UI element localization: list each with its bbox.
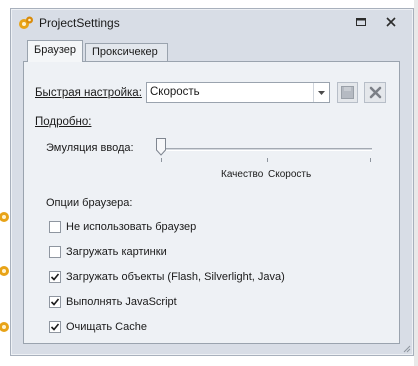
slider-tick	[161, 158, 162, 162]
background-right-edge	[414, 0, 418, 366]
quick-setting-label: Быстрая настройка:	[35, 87, 142, 99]
close-icon	[386, 17, 396, 27]
resize-grip-icon[interactable]	[401, 343, 411, 353]
checkbox[interactable]	[49, 271, 61, 283]
window-title: ProjectSettings	[39, 16, 120, 30]
checkmark-icon	[50, 298, 60, 306]
tab-browser[interactable]: Браузер	[27, 40, 83, 62]
option-label: Выполнять JavaScript	[66, 296, 177, 308]
quick-setting-value: Скорость	[150, 86, 200, 98]
project-settings-icon	[19, 16, 33, 29]
option-clear-cache[interactable]: Очищать Cache	[49, 319, 147, 335]
option-label: Очищать Cache	[66, 321, 147, 333]
browser-options-label: Опции браузера:	[46, 197, 133, 209]
checkbox[interactable]	[49, 246, 61, 258]
restore-button[interactable]	[353, 15, 369, 29]
detail-label: Подробно:	[35, 116, 92, 128]
titlebar[interactable]: ProjectSettings	[11, 9, 413, 36]
input-emulation-slider[interactable]	[160, 148, 372, 151]
option-label: Не использовать браузер	[66, 221, 197, 233]
slider-label-speed: Скорость	[268, 169, 312, 180]
browser-settings-panel: Быстрая настройка: Скорость Подробно: Эм…	[23, 61, 400, 344]
option-no-browser[interactable]: Не использовать браузер	[49, 219, 196, 235]
delete-icon	[369, 86, 381, 99]
checkmark-icon	[50, 273, 60, 281]
close-button[interactable]	[383, 15, 399, 29]
save-preset-button[interactable]	[337, 82, 358, 103]
option-run-javascript[interactable]: Выполнять JavaScript	[49, 294, 177, 310]
slider-label-quality: Качество	[221, 169, 264, 180]
slider-tick	[370, 158, 371, 162]
checkbox[interactable]	[49, 296, 61, 308]
checkbox[interactable]	[49, 221, 61, 233]
restore-icon	[356, 18, 366, 26]
save-icon	[341, 86, 354, 99]
option-load-objects[interactable]: Загружать объекты (Flash, Silverlight, J…	[49, 269, 285, 285]
option-label: Загружать картинки	[66, 246, 167, 258]
delete-preset-button[interactable]	[364, 82, 386, 103]
option-load-images[interactable]: Загружать картинки	[49, 244, 167, 260]
tab-proxy-checker[interactable]: Проксичекер	[85, 43, 168, 61]
checkmark-icon	[50, 323, 60, 331]
input-emulation-label: Эмуляция ввода:	[46, 142, 134, 154]
checkbox[interactable]	[49, 321, 61, 333]
project-settings-window: ProjectSettings Браузер Проксичекер Быст…	[10, 8, 414, 356]
chevron-down-icon	[318, 90, 325, 95]
slider-thumb[interactable]	[156, 138, 166, 156]
slider-tick	[267, 158, 268, 162]
option-label: Загружать объекты (Flash, Silverlight, J…	[66, 271, 285, 283]
dropdown-toggle[interactable]	[313, 83, 329, 102]
quick-setting-dropdown[interactable]: Скорость	[146, 82, 330, 103]
